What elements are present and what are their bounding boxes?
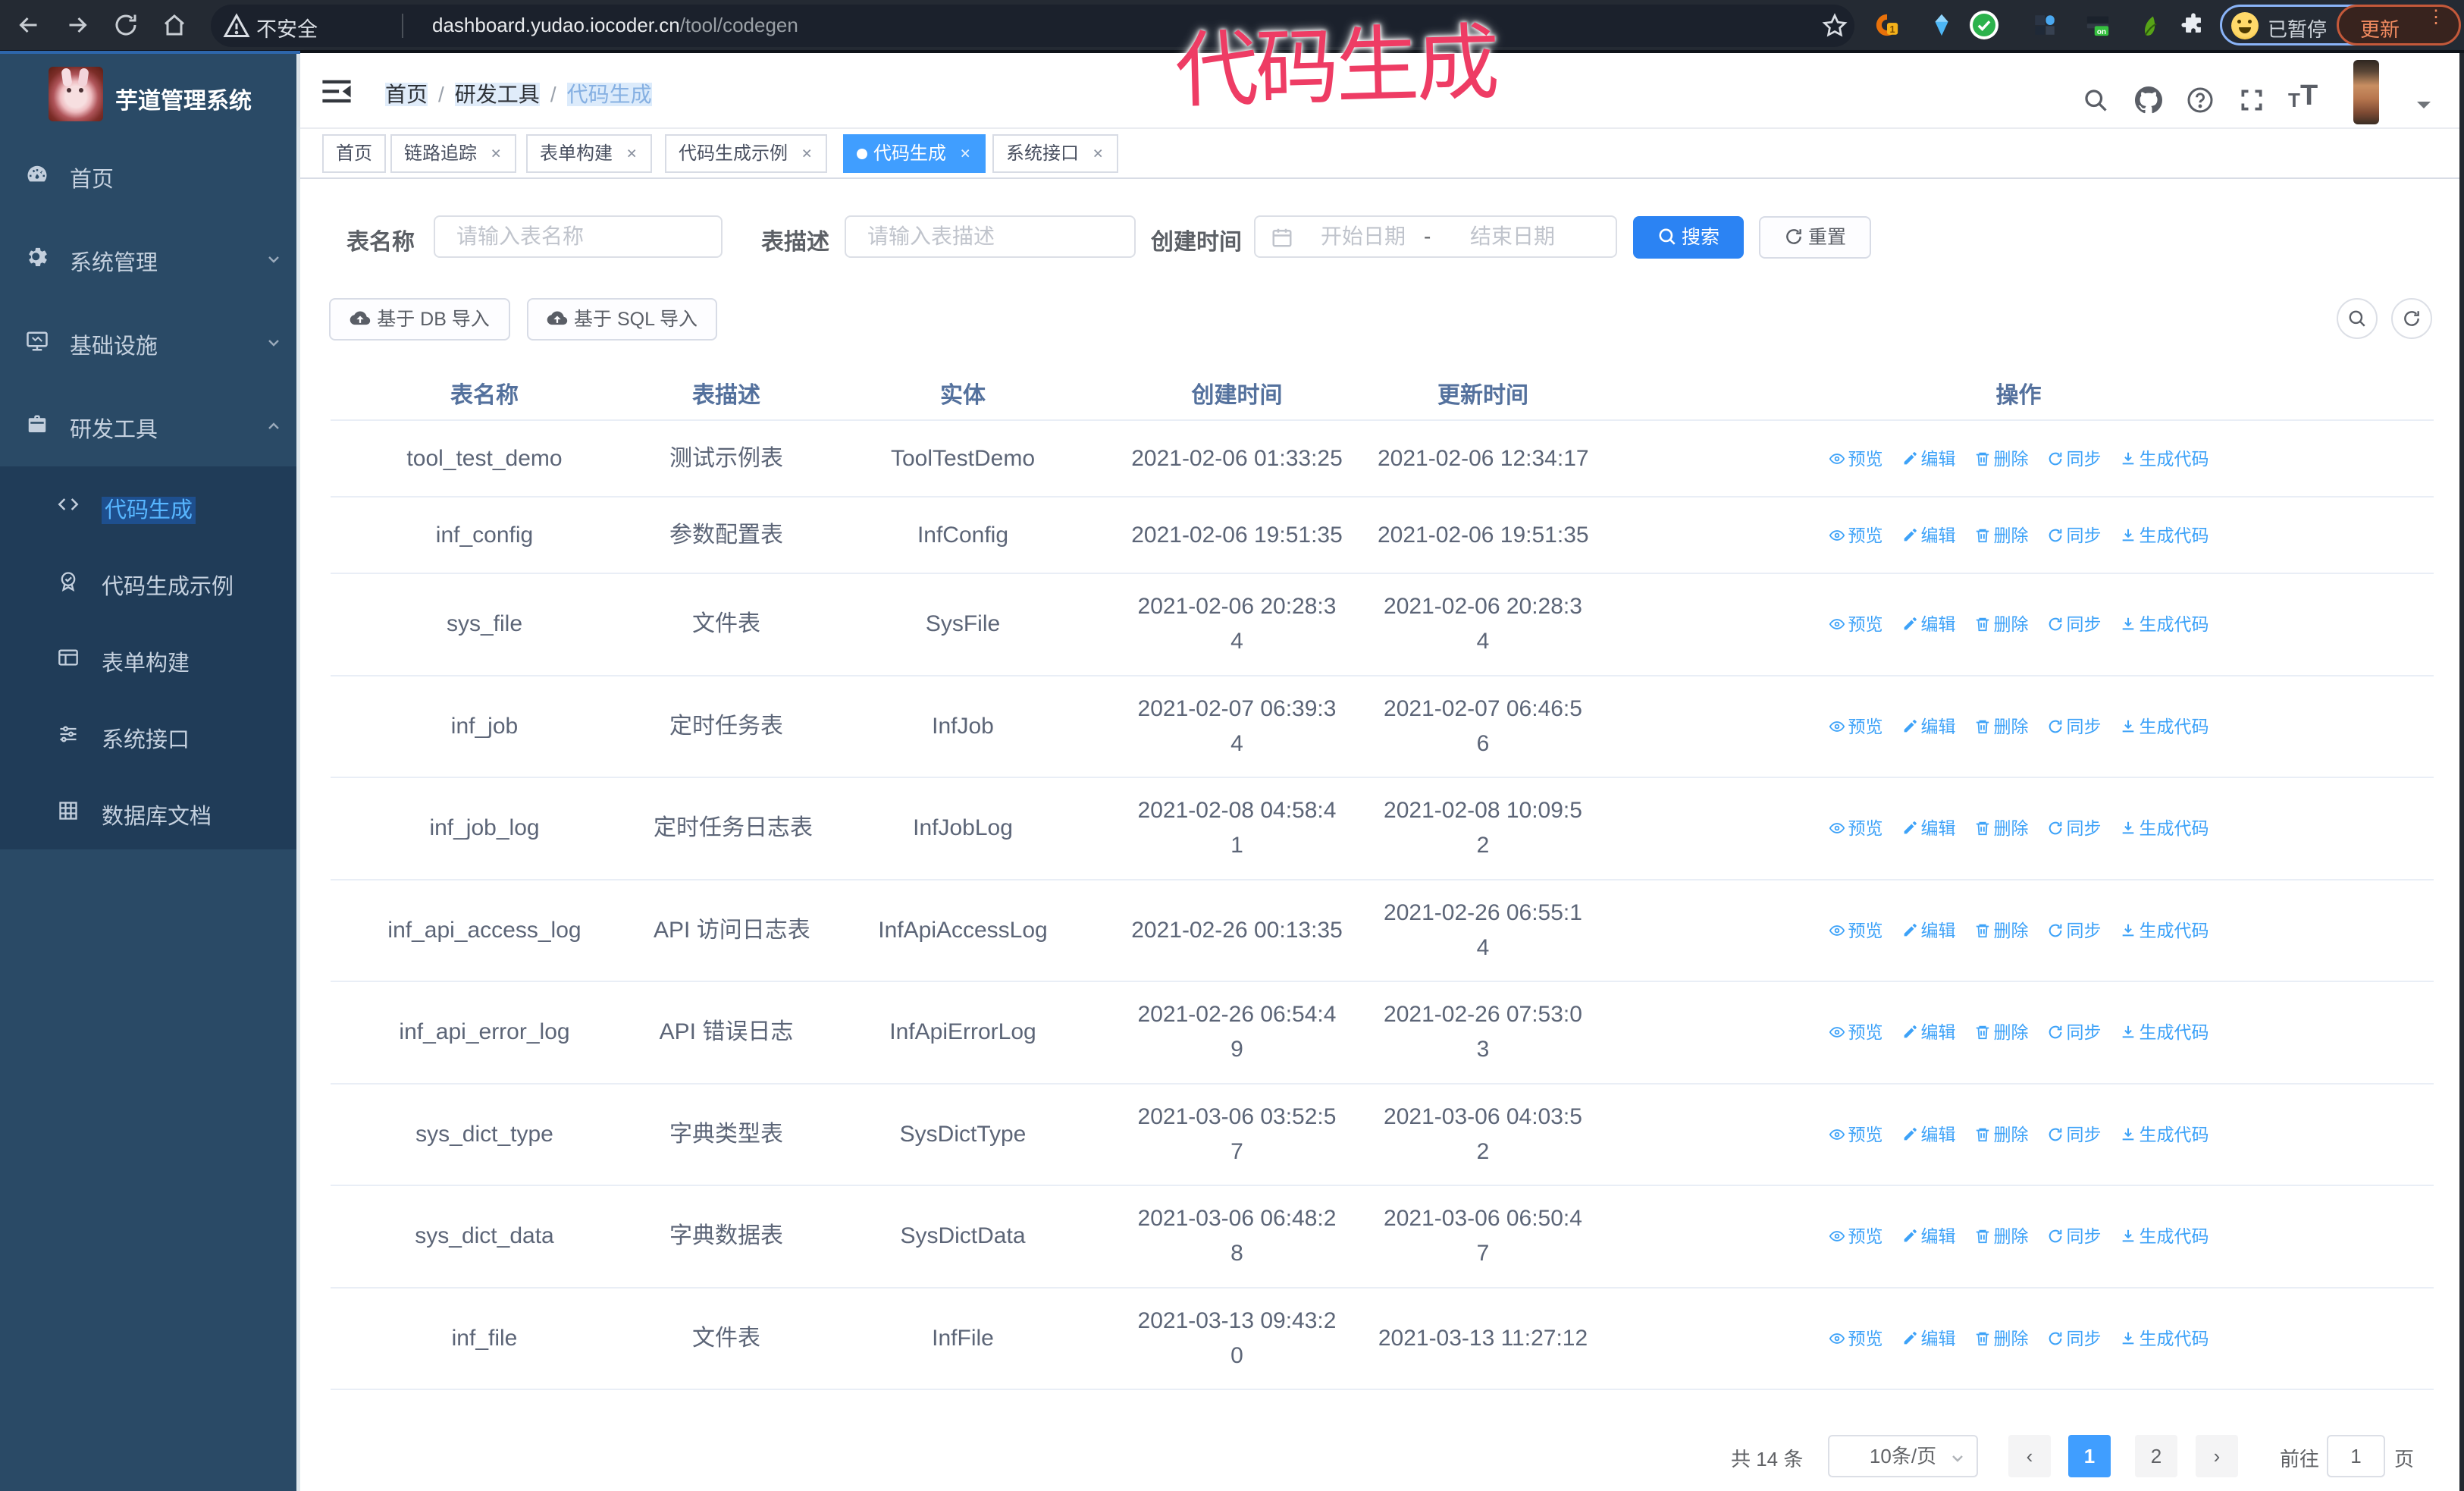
svg-text:on: on — [2097, 28, 2106, 36]
svg-text:1: 1 — [1890, 24, 1895, 35]
